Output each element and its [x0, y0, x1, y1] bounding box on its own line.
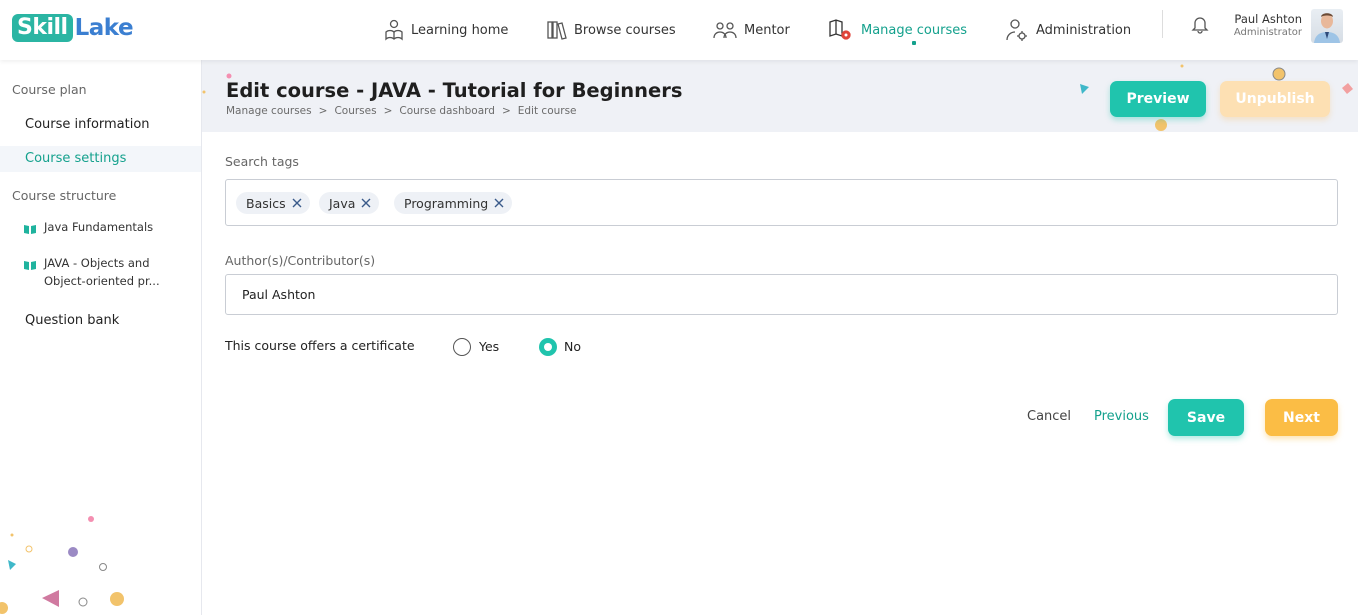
nav-administration-label: Administration: [1036, 22, 1132, 38]
close-icon[interactable]: [361, 198, 371, 208]
learning-home-icon: [385, 19, 403, 41]
nav-learning-home[interactable]: Learning home: [384, 0, 508, 60]
search-tags-input[interactable]: Basics Java Programming: [225, 179, 1338, 226]
sidebar-section-course-structure: Course structure: [12, 188, 117, 203]
breadcrumb-course-dashboard[interactable]: Course dashboard: [399, 105, 495, 117]
save-button[interactable]: Save: [1168, 399, 1244, 436]
skilllake-logo[interactable]: Skill Lake: [12, 13, 134, 43]
previous-button[interactable]: Previous: [1094, 409, 1149, 424]
main-content: Edit course - JAVA - Tutorial for Beginn…: [202, 60, 1358, 615]
breadcrumb-courses[interactable]: Courses: [334, 105, 376, 117]
top-navigation-bar: Skill Lake Learning home Browse courses …: [0, 0, 1358, 60]
nav-browse-courses-label: Browse courses: [574, 22, 676, 38]
nav-divider: [1162, 10, 1163, 38]
page-header: Edit course - JAVA - Tutorial for Beginn…: [202, 60, 1358, 132]
breadcrumb-edit-course: Edit course: [517, 105, 577, 117]
book-icon: [24, 218, 44, 239]
sidebar-item-course-information[interactable]: Course information: [0, 112, 201, 138]
browse-courses-icon: [547, 21, 567, 40]
nav-mentor-label: Mentor: [744, 22, 790, 38]
nav-learning-home-label: Learning home: [411, 22, 509, 38]
nav-browse-courses[interactable]: Browse courses: [547, 0, 676, 60]
user-role: Administrator: [1233, 27, 1302, 38]
search-tags-label: Search tags: [225, 154, 299, 169]
sidebar-item-course-settings[interactable]: Course settings: [0, 146, 201, 172]
certificate-label: This course offers a certificate: [225, 338, 415, 353]
logo-lake-text: Lake: [74, 15, 134, 41]
certificate-no-radio[interactable]: [539, 338, 557, 356]
breadcrumb-separator: >: [383, 105, 393, 117]
certificate-no-label[interactable]: No: [564, 339, 581, 354]
bell-icon: [1191, 17, 1209, 34]
cancel-button[interactable]: Cancel: [1027, 409, 1071, 424]
breadcrumb-manage-courses[interactable]: Manage courses: [226, 105, 312, 117]
avatar[interactable]: [1311, 9, 1343, 43]
next-button[interactable]: Next: [1265, 399, 1338, 436]
nav-manage-courses[interactable]: Manage courses: [828, 0, 967, 60]
nav-administration[interactable]: Administration: [1005, 0, 1131, 60]
nav-manage-courses-label: Manage courses: [861, 22, 967, 38]
preview-button[interactable]: Preview: [1110, 81, 1206, 117]
avatar-image: [1314, 13, 1340, 43]
unpublish-button[interactable]: Unpublish: [1220, 81, 1330, 117]
tag-chip: Java: [319, 192, 380, 214]
breadcrumb-separator: >: [501, 105, 511, 117]
tag-label: Basics: [246, 195, 286, 211]
sidebar-module-2-title-line1: JAVA - Objects and: [44, 256, 150, 270]
sidebar-module-2[interactable]: JAVA - Objects and Object-oriented pr...: [24, 254, 194, 290]
course-sidebar: Course plan Course information Course se…: [0, 60, 202, 615]
mentor-icon: [713, 22, 737, 39]
book-icon: [24, 254, 44, 290]
tag-chip: Basics: [236, 192, 310, 214]
page-title: Edit course - JAVA - Tutorial for Beginn…: [226, 79, 683, 102]
administration-icon: [1006, 19, 1027, 41]
tag-chip: Programming: [394, 192, 513, 214]
manage-courses-icon: [829, 19, 851, 40]
close-icon[interactable]: [292, 198, 302, 208]
breadcrumb: Manage courses > Courses > Course dashboard >…: [226, 105, 577, 117]
sidebar-module-2-title-line2: Object-oriented pr...: [44, 274, 160, 288]
sidebar-item-question-bank[interactable]: Question bank: [0, 308, 201, 334]
tag-label: Programming: [404, 195, 489, 211]
decorative-confetti: [0, 516, 124, 614]
sidebar-module-2-title: JAVA - Objects and Object-oriented pr...: [44, 254, 160, 290]
notifications-button[interactable]: [1190, 14, 1210, 38]
nav-mentor[interactable]: Mentor: [713, 0, 790, 60]
sidebar-section-course-plan: Course plan: [12, 82, 87, 97]
certificate-yes-radio[interactable]: [453, 338, 471, 356]
sidebar-module-1-title: Java Fundamentals: [44, 220, 154, 234]
user-name[interactable]: Paul Ashton: [1214, 12, 1302, 26]
sidebar-module-1[interactable]: Java Fundamentals: [24, 218, 194, 239]
authors-label: Author(s)/Contributor(s): [225, 253, 376, 268]
logo-skill-text: Skill: [12, 14, 73, 42]
certificate-yes-label[interactable]: Yes: [479, 339, 499, 354]
tag-label: Java: [329, 195, 356, 211]
breadcrumb-separator: >: [318, 105, 328, 117]
authors-input[interactable]: [225, 274, 1338, 315]
close-icon[interactable]: [494, 198, 504, 208]
